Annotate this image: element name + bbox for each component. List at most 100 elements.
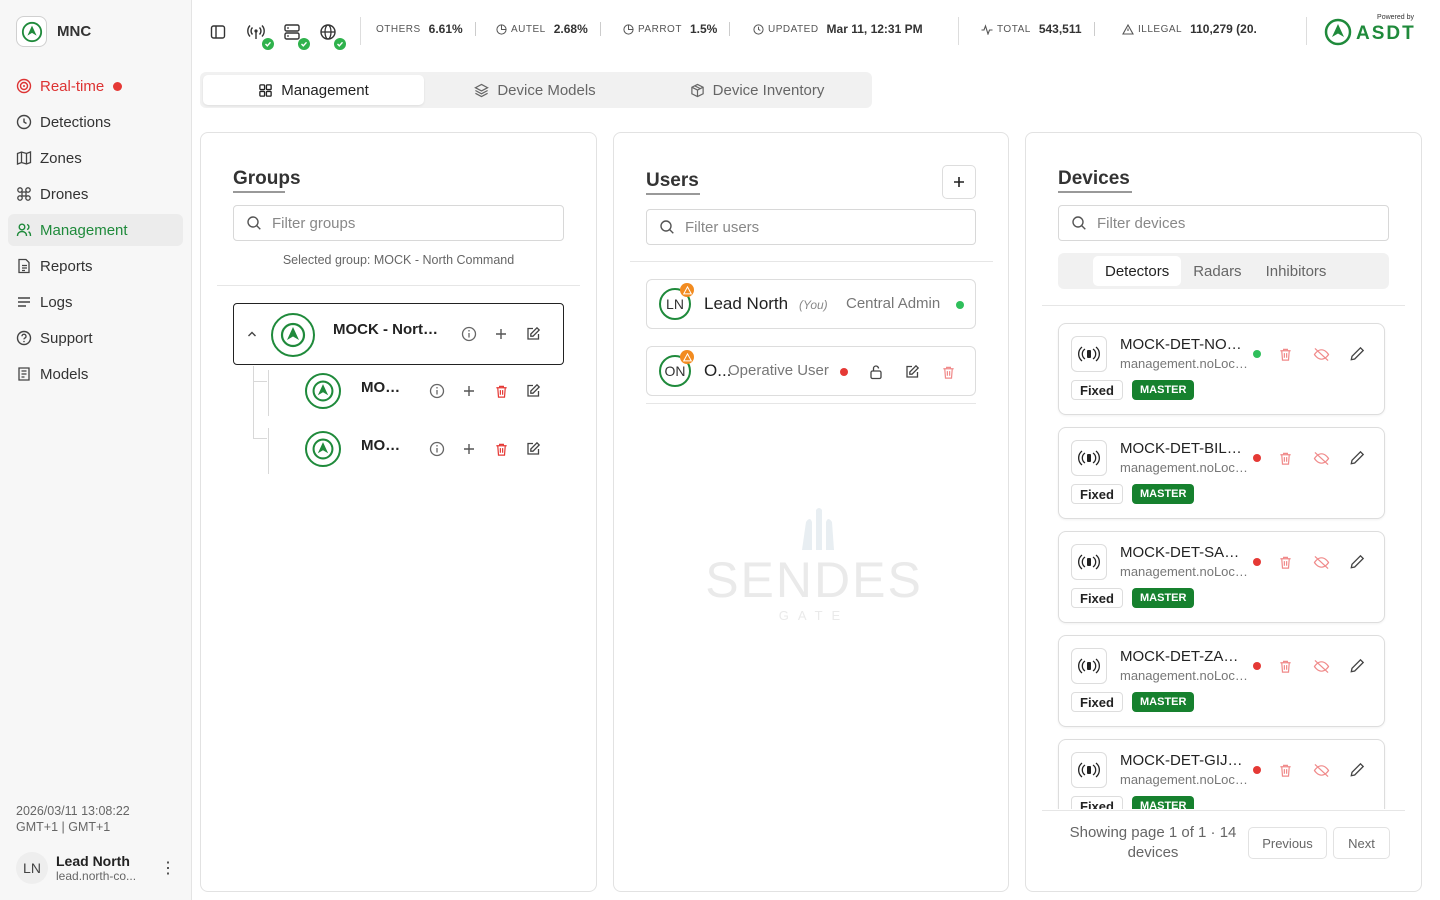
devices-search[interactable] bbox=[1058, 205, 1389, 241]
device-card[interactable]: MOCK-DET-SANTANDER management.noLocation… bbox=[1058, 531, 1385, 623]
info-icon[interactable] bbox=[427, 381, 447, 401]
group-name: MOCK - Sub 1 bbox=[361, 379, 409, 396]
eye-off-icon[interactable] bbox=[1311, 552, 1331, 572]
user-row[interactable]: LN Lead North (You) Central Admin bbox=[646, 279, 976, 329]
management-tabs: Management Device Models Device Inventor… bbox=[200, 72, 872, 108]
eye-off-icon[interactable] bbox=[1311, 656, 1331, 676]
group-name: MOCK - Sub 2 bbox=[361, 437, 409, 454]
watermark-subtext: GATE bbox=[778, 608, 850, 623]
eye-off-icon[interactable] bbox=[1311, 344, 1331, 364]
history-icon bbox=[16, 114, 32, 130]
trash-icon[interactable] bbox=[1275, 344, 1295, 364]
chevron-up-icon[interactable] bbox=[242, 324, 262, 344]
device-card[interactable]: MOCK-DET-BILBAO management.noLocation Fi… bbox=[1058, 427, 1385, 519]
add-icon[interactable] bbox=[491, 324, 511, 344]
brand[interactable]: MNC bbox=[16, 16, 91, 47]
tab-radars[interactable]: Radars bbox=[1181, 256, 1253, 286]
tab-inhibitors[interactable]: Inhibitors bbox=[1254, 256, 1339, 286]
users-search[interactable] bbox=[646, 209, 976, 245]
group-logo-icon bbox=[305, 431, 341, 467]
stat-value: 6.61% bbox=[428, 22, 463, 36]
edit-icon[interactable] bbox=[1347, 552, 1367, 572]
info-icon[interactable] bbox=[459, 324, 479, 344]
detector-icon bbox=[1071, 336, 1107, 372]
user-row[interactable]: ON O... Operative User bbox=[646, 346, 976, 396]
search-icon bbox=[660, 220, 674, 234]
unlock-icon[interactable] bbox=[866, 362, 886, 382]
edit-icon[interactable] bbox=[523, 439, 543, 459]
device-type-tabs: Detectors Radars Inhibitors bbox=[1058, 253, 1389, 289]
stat-value: 543,511 bbox=[1038, 22, 1082, 36]
trash-icon[interactable] bbox=[491, 439, 511, 459]
next-page-button[interactable]: Next bbox=[1333, 827, 1390, 859]
tab-management[interactable]: Management bbox=[203, 75, 424, 105]
trash-icon[interactable] bbox=[491, 381, 511, 401]
more-vertical-icon[interactable]: ⋮ bbox=[160, 858, 176, 878]
sidebar-item-detections[interactable]: Detections bbox=[8, 106, 183, 138]
role-badge: MASTER bbox=[1132, 380, 1195, 400]
current-user-card[interactable]: LN Lead North lead.north-co... ⋮ bbox=[16, 848, 184, 888]
device-card[interactable]: MOCK-DET-NORTE management.noLocation Fix… bbox=[1058, 323, 1385, 415]
target-icon bbox=[16, 78, 32, 94]
add-user-button[interactable] bbox=[942, 165, 976, 199]
edit-icon[interactable] bbox=[902, 362, 922, 382]
trash-icon[interactable] bbox=[1275, 760, 1295, 780]
sidebar-toggle-icon[interactable] bbox=[206, 20, 230, 44]
sidebar-item-models[interactable]: Models bbox=[8, 358, 183, 390]
eye-off-icon[interactable] bbox=[1311, 448, 1331, 468]
device-card[interactable]: MOCK-DET-ZARAGOZA management.noLocation … bbox=[1058, 635, 1385, 727]
sidebar-item-realtime[interactable]: Real-time bbox=[8, 70, 183, 102]
edit-icon[interactable] bbox=[1347, 448, 1367, 468]
stat-label: TOTAL bbox=[997, 23, 1031, 35]
groups-search[interactable] bbox=[233, 205, 564, 241]
sidebar-item-logs[interactable]: Logs bbox=[8, 286, 183, 318]
map-icon bbox=[16, 150, 32, 166]
tab-detectors[interactable]: Detectors bbox=[1093, 256, 1182, 286]
eye-off-icon[interactable] bbox=[1311, 760, 1331, 780]
previous-page-button[interactable]: Previous bbox=[1248, 827, 1327, 859]
detector-icon bbox=[1071, 544, 1107, 580]
trash-icon[interactable] bbox=[1275, 656, 1295, 676]
user-role: Operative User bbox=[728, 362, 829, 379]
role-badge: MASTER bbox=[1132, 796, 1195, 809]
edit-icon[interactable] bbox=[523, 381, 543, 401]
edit-icon[interactable] bbox=[523, 324, 543, 344]
sidebar-item-label: Detections bbox=[40, 113, 111, 131]
add-icon[interactable] bbox=[459, 439, 479, 459]
info-icon[interactable] bbox=[427, 439, 447, 459]
search-input[interactable] bbox=[272, 214, 542, 232]
status-dot bbox=[1253, 454, 1261, 462]
watermark: SENDES GATE bbox=[684, 508, 944, 628]
sidebar-item-drones[interactable]: Drones bbox=[8, 178, 183, 210]
users-icon bbox=[16, 222, 32, 238]
trash-icon[interactable] bbox=[1275, 552, 1295, 572]
search-input[interactable] bbox=[685, 218, 954, 236]
sidebar-item-support[interactable]: Support bbox=[8, 322, 183, 354]
status-dot bbox=[840, 368, 848, 376]
edit-icon[interactable] bbox=[1347, 656, 1367, 676]
file-icon bbox=[16, 258, 32, 274]
device-card[interactable]: MOCK-DET-GIJON management.noLocation Fix… bbox=[1058, 739, 1385, 809]
stat-value: Mar 11, 12:31 PM bbox=[826, 22, 923, 36]
add-icon[interactable] bbox=[459, 381, 479, 401]
trash-icon[interactable] bbox=[938, 362, 958, 382]
sidebar-item-reports[interactable]: Reports bbox=[8, 250, 183, 282]
antenna-status-icon[interactable] bbox=[244, 20, 274, 50]
edit-icon[interactable] bbox=[1347, 344, 1367, 364]
sidebar-item-management[interactable]: Management bbox=[8, 214, 183, 246]
group-item-root[interactable]: MOCK - North Command bbox=[233, 303, 564, 365]
divider bbox=[474, 22, 476, 36]
edit-icon[interactable] bbox=[1347, 760, 1367, 780]
datetime-value: 2026/03/11 13:08:22 bbox=[16, 804, 130, 818]
tab-device-inventory[interactable]: Device Inventory bbox=[646, 75, 868, 105]
sidebar-item-zones[interactable]: Zones bbox=[8, 142, 183, 174]
globe-status-icon[interactable] bbox=[316, 20, 346, 50]
device-location: management.noLocation bbox=[1120, 772, 1252, 787]
server-status-icon[interactable] bbox=[280, 20, 310, 50]
tab-device-models[interactable]: Device Models bbox=[424, 75, 646, 105]
stat-label: AUTEL bbox=[511, 23, 546, 35]
trash-icon[interactable] bbox=[1275, 448, 1295, 468]
status-dot bbox=[1253, 662, 1261, 670]
divider bbox=[630, 261, 993, 262]
search-input[interactable] bbox=[1097, 214, 1367, 232]
